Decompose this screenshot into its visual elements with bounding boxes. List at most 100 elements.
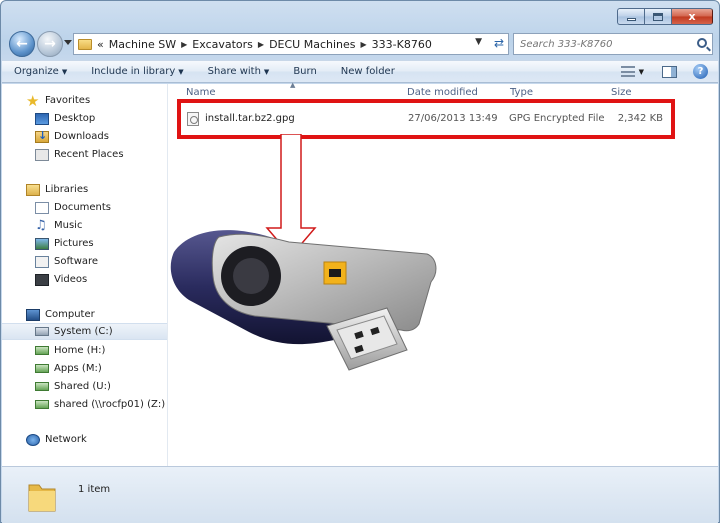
desktop-icon — [35, 112, 49, 125]
sidebar-item-downloads[interactable]: Downloads — [35, 128, 109, 145]
breadcrumb-overflow[interactable]: « — [97, 38, 104, 51]
sidebar-item-music[interactable]: ♫ Music — [35, 217, 82, 234]
caption-buttons: x — [617, 8, 713, 25]
breadcrumb-333-k8760[interactable]: 333-K8760 — [372, 38, 432, 51]
sidebar-item-shared-u[interactable]: Shared (U:) — [35, 378, 111, 395]
address-bar[interactable]: « Machine SW ▶ Excavators ▶ DECU Machine… — [73, 33, 509, 55]
breadcrumb-machine-sw[interactable]: Machine SW — [109, 38, 176, 51]
folder-icon — [28, 484, 56, 512]
sidebar-libraries[interactable]: Libraries — [26, 181, 88, 198]
breadcrumb-separator-icon[interactable]: ▶ — [258, 40, 264, 49]
share-with-label: Share with — [207, 66, 261, 77]
search-icon[interactable] — [697, 38, 707, 48]
breadcrumb-excavators[interactable]: Excavators — [192, 38, 253, 51]
back-arrow-icon: ← — [16, 36, 28, 52]
sidebar-item-label: Documents — [54, 202, 112, 213]
sidebar-item-label: shared (\\rocfp01) (Z:) — [54, 399, 166, 410]
refresh-icon[interactable]: ⇄ — [494, 36, 504, 50]
recent-pages-dropdown[interactable] — [64, 40, 72, 45]
network-drive-icon — [35, 400, 49, 409]
sidebar-item-software[interactable]: Software — [35, 253, 98, 270]
documents-icon — [35, 201, 49, 214]
share-with-button[interactable]: Share with ▼ — [196, 66, 282, 77]
help-icon[interactable]: ? — [693, 64, 708, 79]
breadcrumb-separator-icon[interactable]: ▶ — [181, 40, 187, 49]
search-input[interactable] — [520, 38, 690, 50]
sidebar-item-label: System (C:) — [54, 326, 113, 337]
breadcrumb-decu-machines[interactable]: DECU Machines — [269, 38, 355, 51]
sidebar-favorites[interactable]: ★ Favorites — [26, 92, 90, 109]
maximize-button[interactable] — [644, 8, 671, 25]
videos-icon — [35, 273, 49, 286]
minimize-button[interactable] — [617, 8, 644, 25]
sidebar-item-label: Home (H:) — [54, 345, 106, 356]
star-icon: ★ — [26, 91, 40, 110]
sidebar-item-pictures[interactable]: Pictures — [35, 235, 94, 252]
pictures-icon — [35, 237, 49, 250]
item-count: 1 item — [78, 484, 111, 495]
sidebar-item-apps-m[interactable]: Apps (M:) — [35, 360, 102, 377]
forward-button[interactable]: → — [37, 31, 63, 57]
forward-arrow-icon: → — [44, 36, 56, 52]
sidebar-item-label: Pictures — [54, 238, 94, 249]
command-bar: Organize ▼ Include in library ▼ Share with… — [2, 60, 718, 83]
network-drive-icon — [35, 364, 49, 373]
sidebar-computer[interactable]: Computer — [26, 306, 95, 323]
network-drive-icon — [35, 382, 49, 391]
sidebar-item-system-c[interactable]: System (C:) — [2, 323, 167, 340]
status-bar: 1 item — [2, 466, 718, 523]
sidebar-item-desktop[interactable]: Desktop — [35, 110, 95, 127]
chevron-down-icon: ▼ — [61, 68, 68, 76]
content-area: ★ Favorites Desktop Downloads Recent Plac… — [2, 81, 718, 466]
organize-button[interactable]: Organize ▼ — [2, 66, 79, 77]
chevron-down-icon: ▼ — [178, 68, 184, 76]
navigation-pane: ★ Favorites Desktop Downloads Recent Plac… — [2, 84, 168, 466]
network-drive-icon — [35, 346, 49, 355]
new-folder-button[interactable]: New folder — [329, 66, 407, 77]
sidebar-item-label: Shared (U:) — [54, 381, 111, 392]
sidebar-item-home-h[interactable]: Home (H:) — [35, 342, 105, 359]
sidebar-item-documents[interactable]: Documents — [35, 199, 111, 216]
chevron-down-icon[interactable]: ▼ — [639, 68, 644, 76]
computer-icon — [26, 308, 40, 321]
back-button[interactable]: ← — [9, 31, 35, 57]
recent-places-icon — [35, 148, 49, 161]
local-drive-icon — [35, 327, 49, 336]
include-in-library-label: Include in library — [91, 66, 176, 77]
search-box[interactable] — [513, 33, 713, 55]
close-button[interactable]: x — [671, 8, 713, 25]
sidebar-item-label: Apps (M:) — [54, 363, 102, 374]
breadcrumb-separator-icon[interactable]: ▶ — [361, 40, 367, 49]
software-icon — [35, 255, 49, 268]
minimize-icon — [626, 18, 636, 21]
sidebar-item-label: Recent Places — [54, 149, 124, 160]
sidebar-network-label: Network — [45, 434, 87, 445]
sidebar-network[interactable]: Network — [26, 431, 87, 448]
sidebar-favorites-label: Favorites — [45, 95, 91, 106]
folder-icon — [78, 38, 92, 50]
sidebar-item-recent-places[interactable]: Recent Places — [35, 146, 124, 163]
sidebar-item-label: Music — [54, 220, 83, 231]
navigation-bar: ← → « Machine SW ▶ Excavators ▶ DECU Mac… — [9, 31, 713, 57]
close-icon: x — [688, 10, 696, 23]
maximize-icon — [653, 12, 663, 21]
downloads-icon — [35, 129, 49, 143]
libraries-icon — [26, 183, 40, 196]
sidebar-item-shared-z[interactable]: shared (\\rocfp01) (Z:) — [35, 396, 165, 413]
include-in-library-button[interactable]: Include in library ▼ — [79, 66, 195, 77]
address-dropdown-icon[interactable]: ▼ — [475, 37, 482, 47]
sidebar-item-label: Desktop — [54, 113, 96, 124]
change-view-icon[interactable] — [620, 66, 635, 77]
preview-pane-icon[interactable] — [662, 65, 677, 78]
burn-button[interactable]: Burn — [281, 66, 328, 77]
sort-ascending-icon: ▲ — [290, 81, 296, 89]
chevron-down-icon: ▼ — [263, 68, 270, 76]
highlight-box — [177, 99, 675, 139]
sidebar-item-videos[interactable]: Videos — [35, 271, 87, 288]
sidebar-libraries-label: Libraries — [45, 184, 89, 195]
explorer-window: x ← → « Machine SW ▶ Excavators ▶ DECU M… — [0, 0, 720, 523]
sidebar-item-label: Software — [54, 256, 99, 267]
toolbar-right-group: ▼ ? — [620, 64, 708, 79]
network-icon — [26, 433, 40, 446]
sidebar-item-label: Downloads — [54, 131, 109, 142]
